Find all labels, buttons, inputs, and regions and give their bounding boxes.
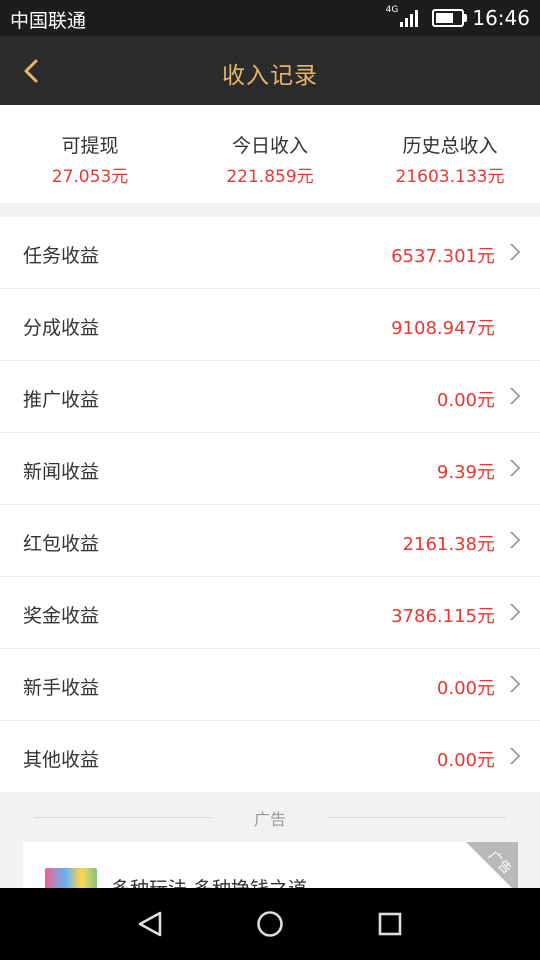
row-label: 推广收益 <box>23 389 100 411</box>
income-row-bonus[interactable]: 奖金收益 3786.115元 <box>0 577 540 649</box>
row-label: 新闻收益 <box>23 461 100 483</box>
signal-icon <box>400 9 419 27</box>
chevron-right-icon <box>510 531 521 549</box>
chevron-right-icon <box>510 603 521 621</box>
summary-value: 221.859元 <box>226 167 314 187</box>
row-label: 新手收益 <box>23 677 100 699</box>
ad-title: 多种玩法 多种挣钱之道 <box>111 874 307 888</box>
ad-section-label: 广告 <box>253 810 286 829</box>
row-label: 红包收益 <box>23 533 100 555</box>
income-summary: 可提现 27.053元 今日收入 221.859元 历史总收入 21603.13… <box>0 105 540 203</box>
summary-label: 历史总收入 <box>402 135 498 157</box>
row-value: 6537.301元 <box>391 246 495 267</box>
row-value: 0.00元 <box>436 750 495 771</box>
status-bar: 中国联通 4G 16:46 <box>0 0 540 36</box>
ad-card[interactable]: 多种玩法 多种挣钱之道 广告 <box>23 842 518 888</box>
page-title: 收入记录 <box>222 63 318 89</box>
summary-label: 可提现 <box>61 135 119 157</box>
row-value: 2161.38元 <box>402 534 495 555</box>
income-list: 任务收益 6537.301元 分成收益 9108.947元 推广收益 0.00元… <box>0 217 540 792</box>
network-type: 4G <box>385 5 399 15</box>
app-header: 收入记录 <box>0 36 540 105</box>
income-row-promotion[interactable]: 推广收益 0.00元 <box>0 361 540 433</box>
ad-section: 广告 多种玩法 多种挣钱之道 广告 <box>0 794 540 888</box>
row-value: 9108.947元 <box>391 318 495 339</box>
row-label: 奖金收益 <box>23 605 100 627</box>
status-icons: 4G 16:46 <box>386 5 530 31</box>
income-row-share[interactable]: 分成收益 9108.947元 <box>0 289 540 361</box>
chevron-right-icon <box>510 459 521 477</box>
summary-withdrawable: 可提现 27.053元 <box>0 105 180 203</box>
chevron-right-icon <box>510 243 521 261</box>
battery-icon <box>432 9 468 27</box>
income-row-other[interactable]: 其他收益 0.00元 <box>0 721 540 792</box>
circle-home-icon[interactable] <box>252 906 288 942</box>
summary-value: 27.053元 <box>51 167 129 187</box>
row-label: 其他收益 <box>23 749 100 771</box>
carrier-name: 中国联通 <box>10 10 87 32</box>
row-value: 0.00元 <box>436 678 495 699</box>
summary-label: 今日收入 <box>231 135 308 157</box>
income-row-newbie[interactable]: 新手收益 0.00元 <box>0 649 540 721</box>
summary-value: 21603.133元 <box>395 167 505 187</box>
row-label: 分成收益 <box>23 317 100 339</box>
chevron-right-icon <box>510 387 521 405</box>
clock: 16:46 <box>472 6 530 30</box>
square-recent-icon[interactable] <box>372 906 408 942</box>
system-nav-bar <box>0 888 540 960</box>
chevron-right-icon <box>510 747 521 765</box>
row-value: 0.00元 <box>436 390 495 411</box>
chevron-right-icon <box>510 675 521 693</box>
ad-corner-tag: 广告 <box>466 842 518 888</box>
income-row-redpacket[interactable]: 红包收益 2161.38元 <box>0 505 540 577</box>
row-label: 任务收益 <box>23 245 100 267</box>
summary-total: 历史总收入 21603.133元 <box>360 105 540 203</box>
triangle-back-icon[interactable] <box>133 906 169 942</box>
row-value: 3786.115元 <box>391 606 495 627</box>
row-value: 9.39元 <box>436 462 495 483</box>
income-row-news[interactable]: 新闻收益 9.39元 <box>0 433 540 505</box>
ad-thumbnail <box>45 868 97 888</box>
summary-today: 今日收入 221.859元 <box>180 105 360 203</box>
income-row-task[interactable]: 任务收益 6537.301元 <box>0 217 540 289</box>
